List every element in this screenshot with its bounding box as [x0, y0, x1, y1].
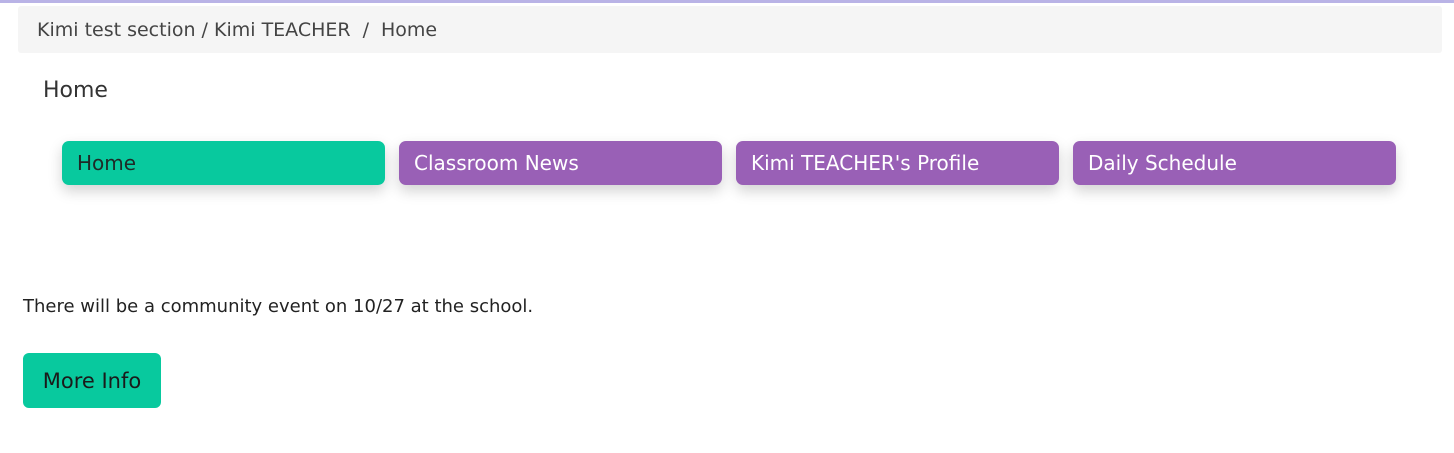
section-nav: Home Classroom News Kimi TEACHER's Profi… — [62, 141, 1396, 185]
tab-classroom-news[interactable]: Classroom News — [399, 141, 722, 185]
breadcrumb-section-link[interactable]: Kimi test section / Kimi TEACHER — [37, 19, 351, 41]
top-border — [0, 0, 1454, 3]
announcement-text: There will be a community event on 10/27… — [23, 296, 534, 317]
breadcrumb: Kimi test section / Kimi TEACHER / Home — [18, 6, 1442, 53]
tab-label: Classroom News — [414, 151, 579, 175]
tab-teacher-profile[interactable]: Kimi TEACHER's Profile — [736, 141, 1059, 185]
page-title: Home — [43, 78, 108, 103]
tab-daily-schedule[interactable]: Daily Schedule — [1073, 141, 1396, 185]
more-info-button[interactable]: More Info — [23, 353, 161, 408]
tab-home[interactable]: Home — [62, 141, 385, 185]
breadcrumb-current: Home — [381, 18, 438, 41]
tab-label: Daily Schedule — [1088, 151, 1237, 175]
tab-label: Kimi TEACHER's Profile — [751, 151, 980, 175]
breadcrumb-separator: / — [362, 18, 370, 41]
tab-label: Home — [77, 151, 137, 175]
